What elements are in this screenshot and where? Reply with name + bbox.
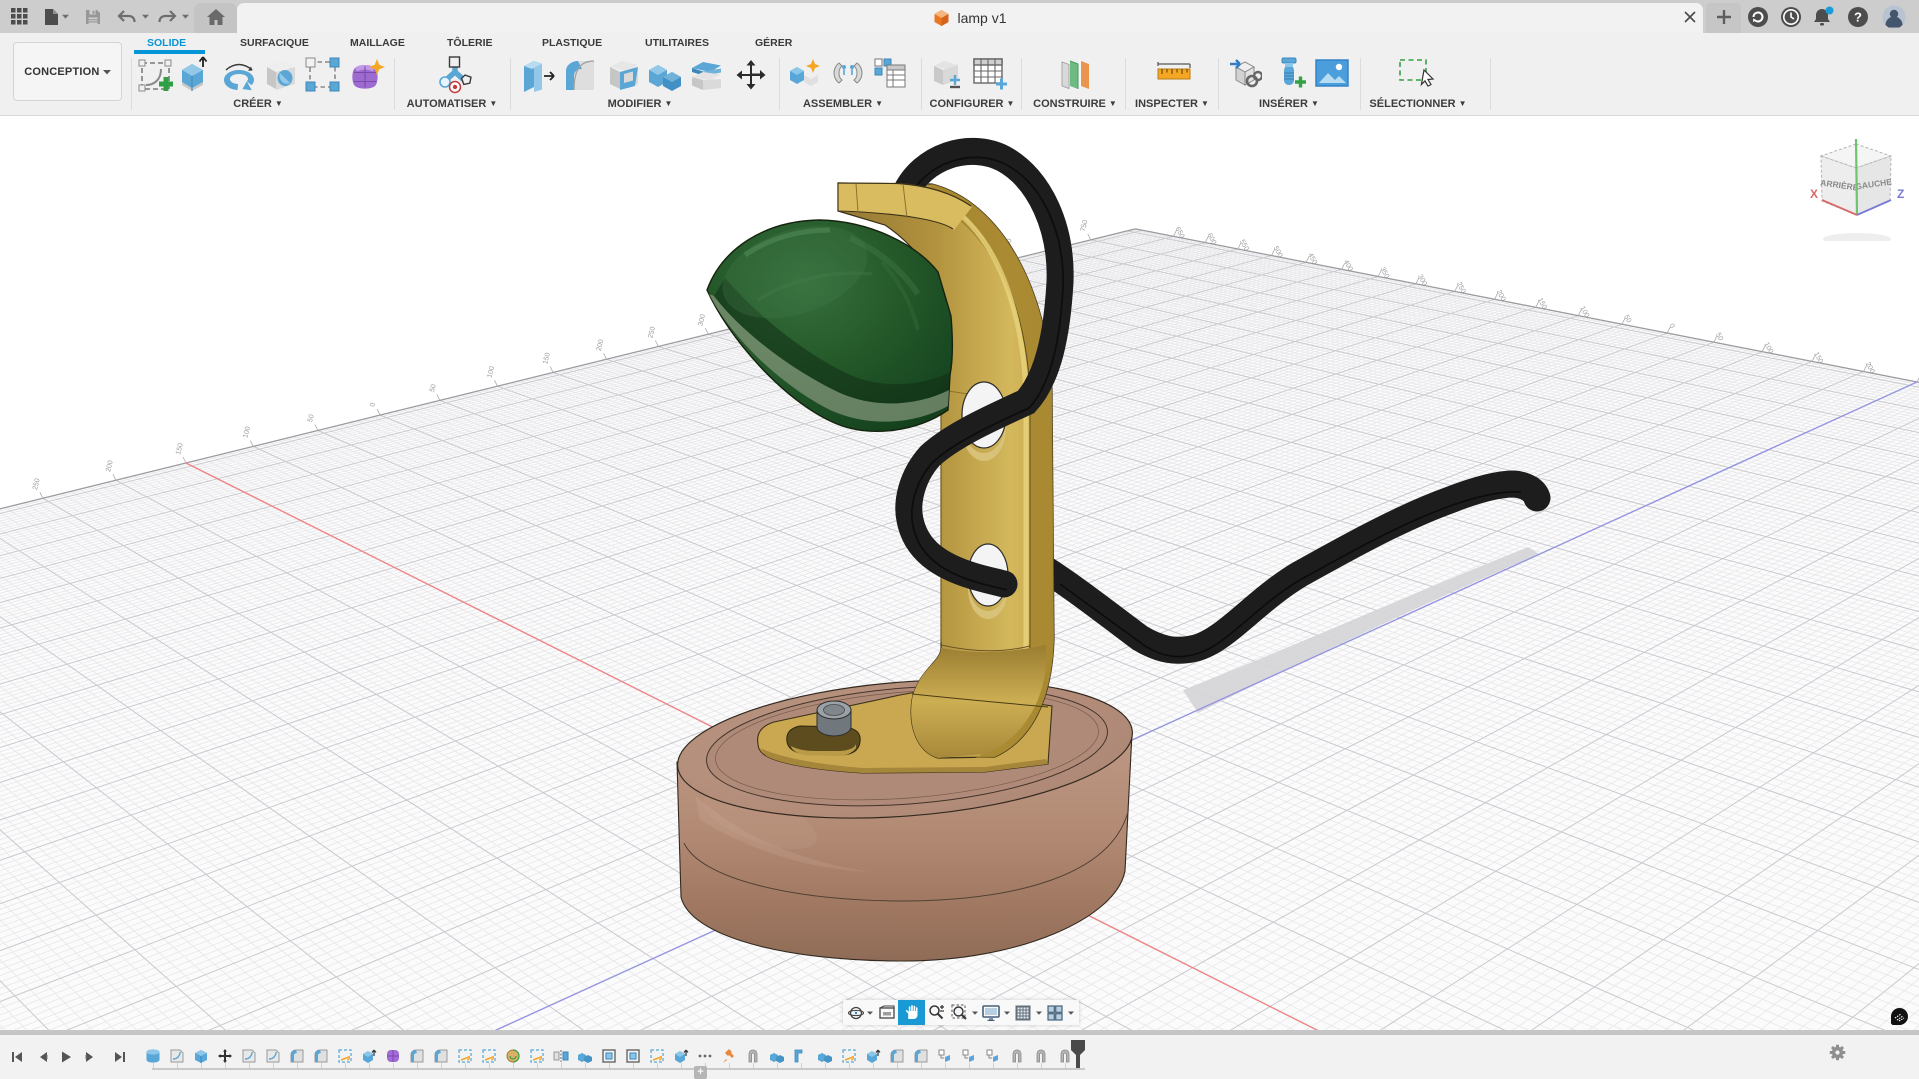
svg-text:250: 250 (647, 326, 657, 339)
svg-text:0: 0 (369, 402, 377, 408)
svg-text:150: 150 (175, 442, 185, 455)
svg-text:50: 50 (1622, 314, 1632, 324)
svg-text:?: ? (1854, 9, 1862, 24)
svg-text:X: X (1810, 187, 1818, 201)
svg-text:200: 200 (596, 339, 606, 352)
svg-text:0: 0 (1667, 323, 1675, 330)
svg-text:100: 100 (487, 366, 497, 379)
svg-text:100: 100 (242, 426, 252, 439)
svg-text:300: 300 (697, 314, 707, 327)
svg-text:50: 50 (307, 414, 316, 423)
svg-text:150: 150 (542, 352, 552, 365)
svg-text:Z: Z (1897, 187, 1904, 201)
svg-text:50: 50 (1714, 332, 1724, 342)
svg-text:250: 250 (32, 478, 42, 491)
svg-text:50: 50 (429, 384, 438, 393)
svg-text:200: 200 (105, 460, 115, 473)
svg-text:750: 750 (1080, 219, 1090, 232)
